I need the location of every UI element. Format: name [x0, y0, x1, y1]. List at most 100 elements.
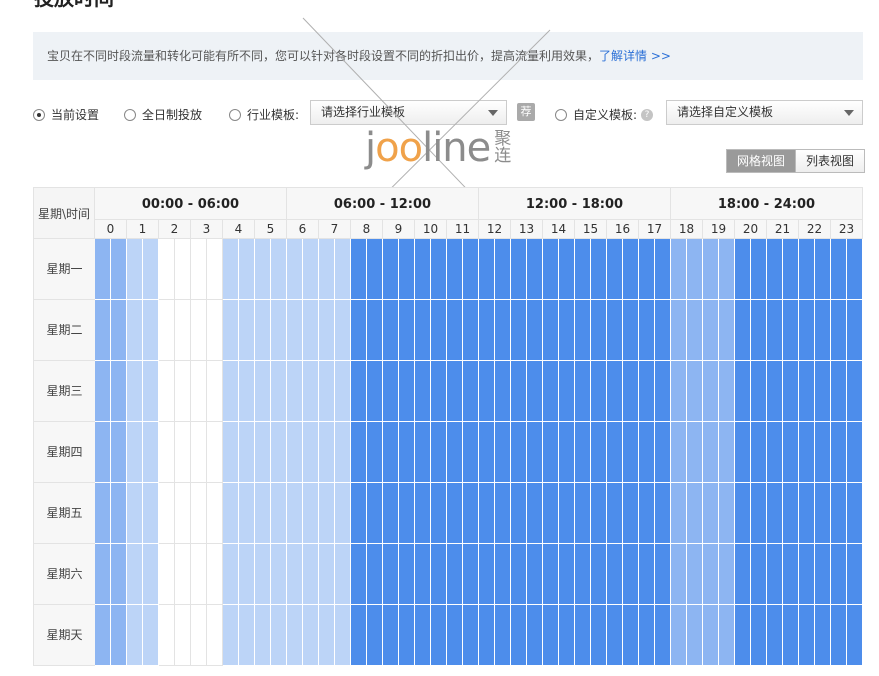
schedule-cell[interactable] — [607, 239, 639, 300]
schedule-cell[interactable] — [575, 605, 607, 666]
schedule-cell[interactable] — [735, 300, 767, 361]
schedule-cell[interactable] — [767, 544, 799, 605]
schedule-cell[interactable] — [703, 544, 735, 605]
schedule-cell[interactable] — [543, 361, 575, 422]
schedule-cell[interactable] — [639, 483, 671, 544]
recommend-badge[interactable]: 荐 — [517, 103, 535, 121]
day-row-label[interactable]: 星期四 — [33, 422, 95, 483]
schedule-cell[interactable] — [255, 300, 287, 361]
list-view-button[interactable]: 列表视图 — [795, 150, 865, 172]
schedule-cell[interactable] — [351, 300, 383, 361]
hour-header[interactable]: 11 — [447, 220, 479, 239]
industry-template-select[interactable]: 请选择行业模板 — [310, 100, 507, 125]
schedule-cell[interactable] — [447, 239, 479, 300]
schedule-cell[interactable] — [223, 483, 255, 544]
schedule-cell[interactable] — [319, 544, 351, 605]
schedule-cell[interactable] — [287, 544, 319, 605]
schedule-cell[interactable] — [447, 422, 479, 483]
schedule-cell[interactable] — [543, 422, 575, 483]
hour-header[interactable]: 13 — [511, 220, 543, 239]
learn-more-link[interactable]: 了解详情 >> — [599, 49, 671, 63]
schedule-cell[interactable] — [95, 422, 127, 483]
day-row-label[interactable]: 星期天 — [33, 605, 95, 666]
schedule-cell[interactable] — [319, 239, 351, 300]
schedule-cell[interactable] — [351, 605, 383, 666]
schedule-cell[interactable] — [607, 361, 639, 422]
schedule-cell[interactable] — [543, 483, 575, 544]
schedule-cell[interactable] — [575, 483, 607, 544]
hour-header[interactable]: 15 — [575, 220, 607, 239]
schedule-cell[interactable] — [767, 605, 799, 666]
schedule-cell[interactable] — [159, 605, 191, 666]
schedule-cell[interactable] — [191, 544, 223, 605]
schedule-cell[interactable] — [159, 361, 191, 422]
hour-header[interactable]: 0 — [95, 220, 127, 239]
schedule-cell[interactable] — [479, 483, 511, 544]
schedule-cell[interactable] — [255, 361, 287, 422]
schedule-cell[interactable] — [383, 422, 415, 483]
schedule-cell[interactable] — [383, 605, 415, 666]
schedule-cell[interactable] — [735, 483, 767, 544]
schedule-cell[interactable] — [223, 544, 255, 605]
schedule-cell[interactable] — [191, 422, 223, 483]
day-row-label[interactable]: 星期二 — [33, 300, 95, 361]
schedule-cell[interactable] — [415, 361, 447, 422]
radio-industry-template[interactable]: 行业模板: — [229, 106, 299, 123]
schedule-cell[interactable] — [159, 422, 191, 483]
hour-header[interactable]: 5 — [255, 220, 287, 239]
schedule-cell[interactable] — [511, 483, 543, 544]
day-row-label[interactable]: 星期六 — [33, 544, 95, 605]
schedule-cell[interactable] — [575, 361, 607, 422]
schedule-cell[interactable] — [799, 361, 831, 422]
schedule-cell[interactable] — [319, 483, 351, 544]
schedule-cell[interactable] — [511, 605, 543, 666]
schedule-cell[interactable] — [319, 605, 351, 666]
hour-header[interactable]: 14 — [543, 220, 575, 239]
schedule-cell[interactable] — [607, 483, 639, 544]
schedule-cell[interactable] — [447, 483, 479, 544]
schedule-cell[interactable] — [351, 422, 383, 483]
schedule-cell[interactable] — [415, 483, 447, 544]
schedule-cell[interactable] — [767, 300, 799, 361]
schedule-cell[interactable] — [607, 544, 639, 605]
schedule-cell[interactable] — [319, 422, 351, 483]
schedule-cell[interactable] — [159, 483, 191, 544]
schedule-cell[interactable] — [351, 483, 383, 544]
schedule-cell[interactable] — [831, 544, 863, 605]
schedule-cell[interactable] — [223, 361, 255, 422]
hour-header[interactable]: 4 — [223, 220, 255, 239]
schedule-cell[interactable] — [831, 300, 863, 361]
schedule-cell[interactable] — [287, 300, 319, 361]
schedule-cell[interactable] — [767, 239, 799, 300]
schedule-cell[interactable] — [703, 300, 735, 361]
schedule-cell[interactable] — [735, 422, 767, 483]
schedule-cell[interactable] — [639, 300, 671, 361]
hour-header[interactable]: 1 — [127, 220, 159, 239]
schedule-cell[interactable] — [575, 239, 607, 300]
hour-header[interactable]: 17 — [639, 220, 671, 239]
schedule-cell[interactable] — [223, 422, 255, 483]
schedule-cell[interactable] — [511, 422, 543, 483]
hour-header[interactable]: 22 — [799, 220, 831, 239]
hour-header[interactable]: 20 — [735, 220, 767, 239]
schedule-cell[interactable] — [831, 239, 863, 300]
schedule-cell[interactable] — [639, 239, 671, 300]
schedule-cell[interactable] — [95, 605, 127, 666]
schedule-cell[interactable] — [191, 300, 223, 361]
schedule-cell[interactable] — [127, 422, 159, 483]
schedule-cell[interactable] — [415, 544, 447, 605]
hour-header[interactable]: 16 — [607, 220, 639, 239]
schedule-cell[interactable] — [127, 300, 159, 361]
hour-header[interactable]: 6 — [287, 220, 319, 239]
schedule-cell[interactable] — [671, 422, 703, 483]
schedule-cell[interactable] — [671, 605, 703, 666]
hour-header[interactable]: 12 — [479, 220, 511, 239]
schedule-cell[interactable] — [159, 300, 191, 361]
hour-header[interactable]: 19 — [703, 220, 735, 239]
hour-header[interactable]: 8 — [351, 220, 383, 239]
schedule-cell[interactable] — [703, 361, 735, 422]
schedule-cell[interactable] — [703, 605, 735, 666]
schedule-cell[interactable] — [191, 483, 223, 544]
schedule-cell[interactable] — [671, 544, 703, 605]
schedule-cell[interactable] — [575, 300, 607, 361]
